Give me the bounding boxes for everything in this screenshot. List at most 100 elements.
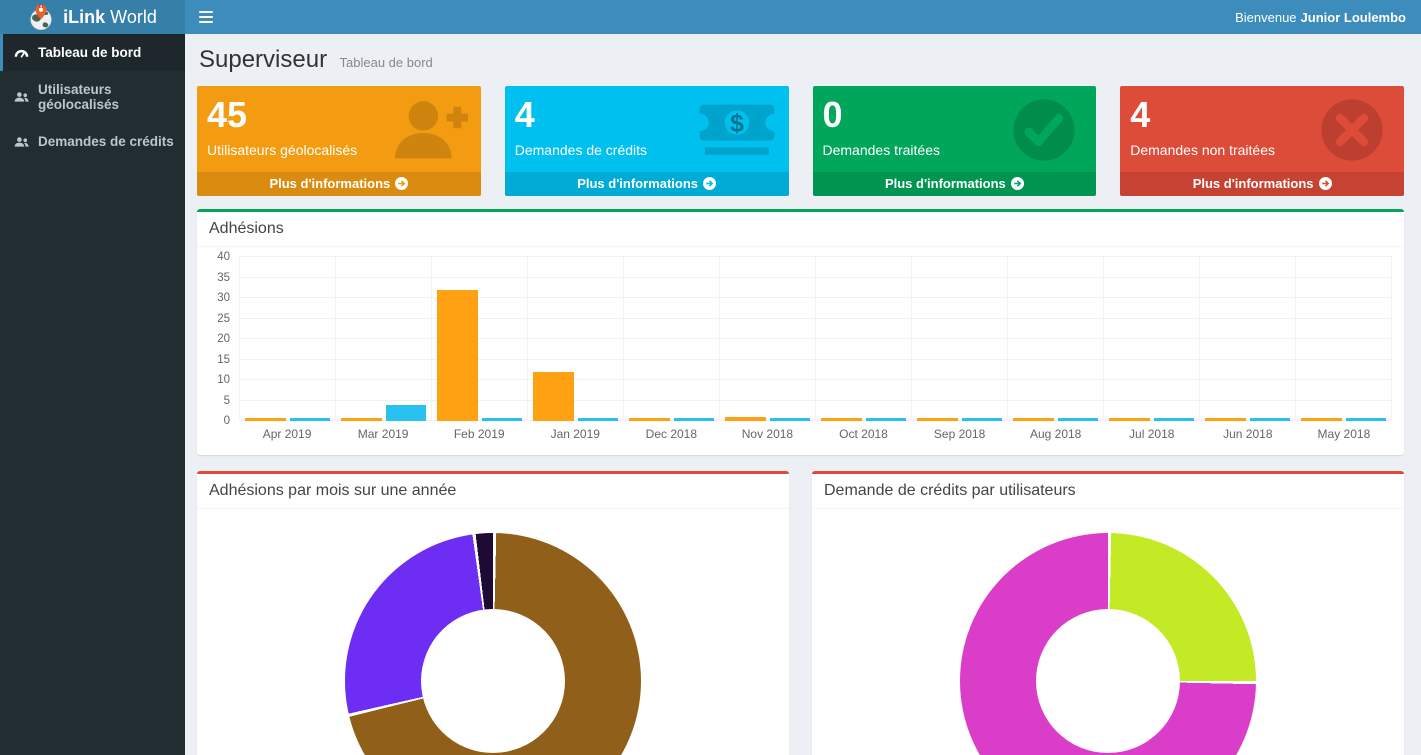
bar-group xyxy=(239,257,335,421)
x-tick-label: Feb 2019 xyxy=(431,427,527,441)
x-tick-label: Dec 2018 xyxy=(623,427,719,441)
bar-group xyxy=(527,257,623,421)
x-tick-label: Oct 2018 xyxy=(815,427,911,441)
x-tick-label: Mar 2019 xyxy=(335,427,431,441)
bar xyxy=(629,418,670,421)
bar xyxy=(770,418,811,421)
bar xyxy=(1346,418,1387,421)
arrow-circle-right-icon xyxy=(1319,177,1332,190)
bar xyxy=(1013,418,1054,421)
bar xyxy=(386,405,427,421)
card-title: Adhésions par mois sur une année xyxy=(209,482,777,500)
bar-group xyxy=(719,257,815,421)
info-box-utilisateurs-geolocalises: 45 Utilisateurs géolocalisés Plus d'info… xyxy=(197,86,481,196)
bar xyxy=(1301,418,1342,421)
brand-name-regular: World xyxy=(110,7,157,27)
bar xyxy=(1154,418,1195,421)
bar xyxy=(245,418,286,421)
credits-donut-card: Demande de crédits par utilisateurs xyxy=(812,471,1404,755)
sidebar-item-label: Tableau de bord xyxy=(38,45,141,60)
bar xyxy=(482,418,523,421)
brand-logo[interactable]: $ iLink World xyxy=(0,0,185,34)
dashboard-icon xyxy=(14,46,29,60)
bar xyxy=(1109,418,1150,421)
x-tick-label: Sep 2018 xyxy=(912,427,1008,441)
page-header: Superviseur Tableau de bord xyxy=(199,46,1404,74)
y-tick-label: 40 xyxy=(217,251,230,263)
sidebar: Tableau de bord Utilisateurs géolocalisé… xyxy=(0,34,185,755)
check-circle-icon xyxy=(1004,96,1084,164)
more-info-link[interactable]: Plus d'informations xyxy=(505,172,789,196)
y-tick-label: 15 xyxy=(217,354,230,366)
users-icon xyxy=(14,90,29,104)
x-tick-label: Aug 2018 xyxy=(1008,427,1104,441)
bar-group xyxy=(1103,257,1199,421)
info-box-demandes-traitees: 0 Demandes traitées Plus d'informations xyxy=(813,86,1097,196)
bar xyxy=(866,418,907,421)
x-tick-label: Jul 2018 xyxy=(1104,427,1200,441)
brand-name-bold: iLink xyxy=(63,7,105,27)
y-tick-label: 20 xyxy=(217,333,230,345)
more-info-label: Plus d'informations xyxy=(1193,176,1314,191)
bar-chart: 0510152025303540 Apr 2019Mar 2019Feb 201… xyxy=(209,257,1392,441)
money-icon: $ xyxy=(697,96,777,164)
bar-group xyxy=(1199,257,1295,421)
y-tick-label: 5 xyxy=(224,395,230,407)
page-title: Superviseur xyxy=(199,46,327,73)
y-tick-label: 35 xyxy=(217,272,230,284)
donut-chart-credits xyxy=(960,533,1256,755)
x-tick-label: Jan 2019 xyxy=(527,427,623,441)
x-tick-label: May 2018 xyxy=(1296,427,1392,441)
bar xyxy=(290,418,331,421)
welcome-username: Junior Loulembo xyxy=(1301,10,1406,25)
sidebar-item-demandes-de-credits[interactable]: Demandes de crédits xyxy=(0,123,185,160)
users-icon xyxy=(14,135,29,149)
adhesions-chart-card: Adhésions 0 5 10 15 20 25 30 35 40 Apr 2019Mar 2… xyxy=(197,209,1404,455)
y-tick-label: 0 xyxy=(224,415,230,427)
more-info-label: Plus d'informations xyxy=(269,176,390,191)
y-tick-label: 30 xyxy=(217,292,230,304)
card-title: Demande de crédits par utilisateurs xyxy=(824,482,1392,500)
bar-group xyxy=(431,257,527,421)
bar xyxy=(962,418,1003,421)
bar xyxy=(1205,418,1246,421)
more-info-label: Plus d'informations xyxy=(885,176,1006,191)
arrow-circle-right-icon xyxy=(703,177,716,190)
more-info-label: Plus d'informations xyxy=(577,176,698,191)
card-title: Adhésions xyxy=(209,220,1392,238)
info-box-demandes-non-traitees: 4 Demandes non traitées Plus d'informati… xyxy=(1120,86,1404,196)
navbar-user[interactable]: Bienvenue Junior Loulembo xyxy=(1220,10,1421,25)
bar-chart-x-axis: Apr 2019Mar 2019Feb 2019Jan 2019Dec 2018… xyxy=(239,427,1392,441)
bar xyxy=(1250,418,1291,421)
y-tick-label: 10 xyxy=(217,374,230,386)
page-subtitle: Tableau de bord xyxy=(340,55,433,70)
bar xyxy=(674,418,715,421)
more-info-link[interactable]: Plus d'informations xyxy=(1120,172,1404,196)
card-header: Adhésions par mois sur une année xyxy=(197,474,789,509)
sidebar-toggle-button[interactable] xyxy=(185,8,227,26)
welcome-text: Bienvenue xyxy=(1235,10,1296,25)
navbar: Bienvenue Junior Loulembo xyxy=(185,0,1421,34)
bar-chart-plot-area xyxy=(239,257,1392,421)
bar-group xyxy=(623,257,719,421)
bar-group xyxy=(1295,257,1392,421)
sidebar-item-utilisateurs-geolocalises[interactable]: Utilisateurs géolocalisés xyxy=(0,71,185,123)
y-tick-label: 25 xyxy=(217,313,230,325)
arrow-circle-right-icon xyxy=(1011,177,1024,190)
card-header: Adhésions xyxy=(197,212,1404,247)
more-info-link[interactable]: Plus d'informations xyxy=(813,172,1097,196)
bar-group xyxy=(1007,257,1103,421)
svg-text:$: $ xyxy=(730,109,744,137)
x-tick-label: Jun 2018 xyxy=(1200,427,1296,441)
bar xyxy=(341,418,382,421)
more-info-link[interactable]: Plus d'informations xyxy=(197,172,481,196)
x-tick-label: Nov 2018 xyxy=(719,427,815,441)
sidebar-item-tableau-de-bord[interactable]: Tableau de bord xyxy=(0,34,185,71)
card-header: Demande de crédits par utilisateurs xyxy=(812,474,1404,509)
info-box-demandes-de-credits: 4 Demandes de crédits $ Plus d'informati… xyxy=(505,86,789,196)
bar xyxy=(1058,418,1099,421)
bar-group xyxy=(911,257,1007,421)
sidebar-item-label: Demandes de crédits xyxy=(38,134,174,149)
globe-pin-icon: $ xyxy=(28,3,54,31)
arrow-circle-right-icon xyxy=(395,177,408,190)
